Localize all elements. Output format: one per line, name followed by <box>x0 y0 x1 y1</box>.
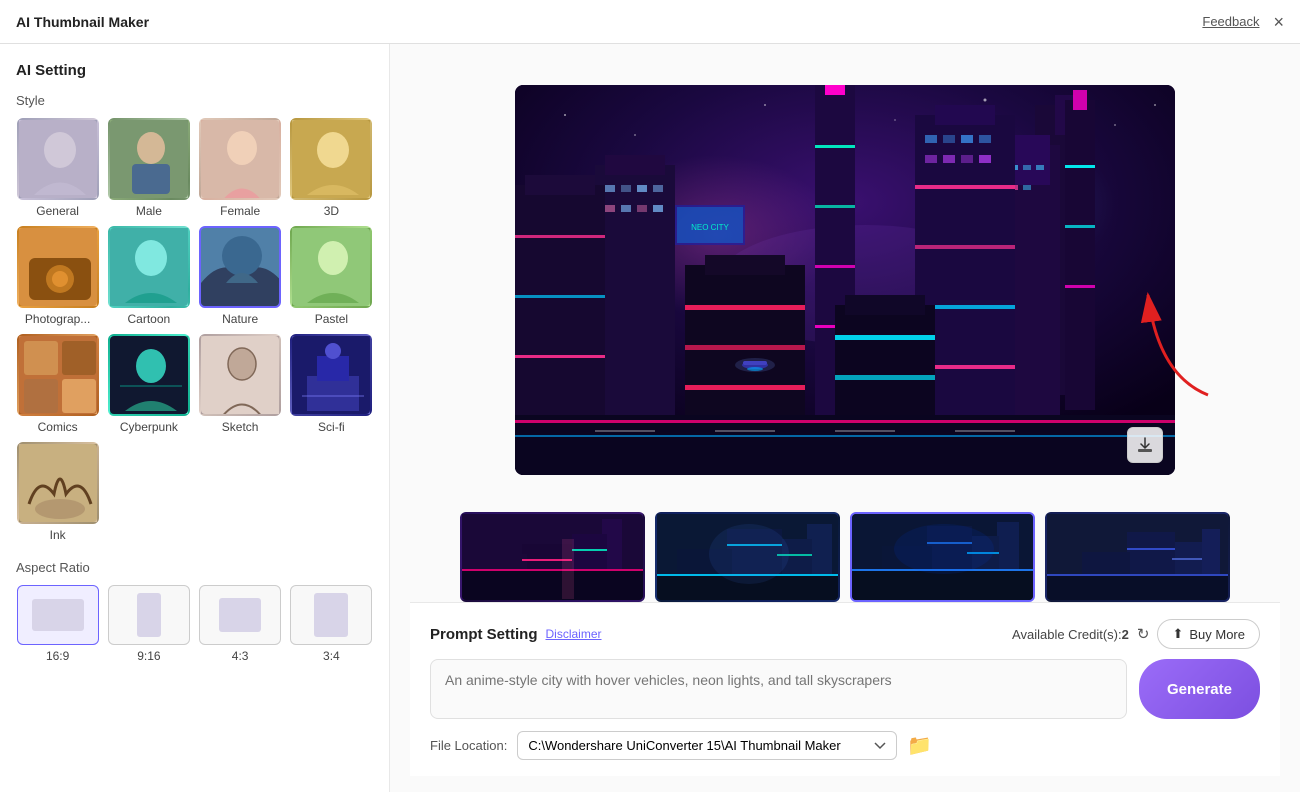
app-title: AI Thumbnail Maker <box>16 14 149 30</box>
style-name-ink: Ink <box>50 528 66 542</box>
ratio-item-4-3[interactable]: 4:3 <box>199 585 282 663</box>
style-name-male: Male <box>136 204 162 218</box>
thumbnail-strip <box>410 512 1280 602</box>
ratio-inner-3-4 <box>314 593 348 637</box>
prompt-section-title: Prompt Setting <box>430 626 538 643</box>
style-thumb-ink <box>17 442 99 524</box>
file-location-label: File Location: <box>430 738 507 753</box>
title-bar: AI Thumbnail Maker Feedback × <box>0 0 1300 44</box>
aspect-ratio-grid: 16:9 9:16 4:3 3:4 <box>16 585 373 663</box>
prompt-input-row: Generate <box>430 659 1260 719</box>
style-thumb-3d <box>290 118 372 200</box>
credits-label-text: Available Credit(s): <box>1012 627 1122 642</box>
ratio-box-9-16 <box>108 585 190 645</box>
disclaimer-link[interactable]: Disclaimer <box>546 627 602 641</box>
style-item-cyberpunk[interactable]: Cyberpunk <box>107 334 190 434</box>
style-label: Style <box>16 93 373 108</box>
main-preview-image: NEO CITY <box>515 85 1175 475</box>
ratio-item-9-16[interactable]: 9:16 <box>107 585 190 663</box>
style-name-scifi: Sci-fi <box>318 420 345 434</box>
ratio-box-16-9 <box>17 585 99 645</box>
style-item-scifi[interactable]: Sci-fi <box>290 334 373 434</box>
aspect-ratio-label: Aspect Ratio <box>16 560 373 575</box>
ratio-inner-9-16 <box>137 593 161 637</box>
file-location-row: File Location: C:\Wondershare UniConvert… <box>430 731 1260 760</box>
style-name-cyberpunk: Cyberpunk <box>120 420 178 434</box>
style-name-sketch: Sketch <box>222 420 259 434</box>
style-item-3d[interactable]: 3D <box>290 118 373 218</box>
style-thumb-scifi <box>290 334 372 416</box>
ratio-inner-4-3 <box>219 598 261 632</box>
ratio-box-4-3 <box>199 585 281 645</box>
style-name-cartoon: Cartoon <box>128 312 171 326</box>
title-bar-actions: Feedback × <box>1202 13 1284 31</box>
file-location-select[interactable]: C:\Wondershare UniConverter 15\AI Thumbn… <box>517 731 897 760</box>
credits-row: Available Credit(s):2 ↻ ⬆ Buy More <box>1012 619 1260 649</box>
main-content: NEO CITY <box>390 44 1300 792</box>
style-item-cartoon[interactable]: Cartoon <box>107 226 190 326</box>
buy-more-icon: ⬆ <box>1172 626 1183 642</box>
style-thumb-general <box>17 118 99 200</box>
ai-setting-title: AI Setting <box>16 62 373 79</box>
style-item-female[interactable]: Female <box>199 118 282 218</box>
style-thumb-cartoon <box>108 226 190 308</box>
prompt-title-row: Prompt Setting Disclaimer <box>430 626 602 643</box>
prompt-input[interactable] <box>430 659 1127 719</box>
style-item-male[interactable]: Male <box>107 118 190 218</box>
preview-area: NEO CITY <box>410 60 1280 602</box>
folder-icon: 📁 <box>907 735 932 757</box>
ratio-name-4-3: 4:3 <box>232 649 249 663</box>
folder-button[interactable]: 📁 <box>907 733 932 758</box>
style-item-photography[interactable]: Photograp... <box>16 226 99 326</box>
svg-text:NEO CITY: NEO CITY <box>691 223 729 232</box>
ratio-item-3-4[interactable]: 3:4 <box>290 585 373 663</box>
prompt-header: Prompt Setting Disclaimer Available Cred… <box>430 619 1260 649</box>
style-item-general[interactable]: General <box>16 118 99 218</box>
credits-label: Available Credit(s):2 <box>1012 627 1129 642</box>
ratio-name-3-4: 3:4 <box>323 649 340 663</box>
ratio-name-16-9: 16:9 <box>46 649 69 663</box>
style-thumb-sketch <box>199 334 281 416</box>
ratio-box-3-4 <box>290 585 372 645</box>
style-name-female: Female <box>220 204 260 218</box>
style-thumb-male <box>108 118 190 200</box>
style-item-nature[interactable]: Nature <box>199 226 282 326</box>
style-grid: General Male <box>16 118 373 542</box>
style-name-photography: Photograp... <box>25 312 90 326</box>
buy-more-button[interactable]: ⬆ Buy More <box>1157 619 1260 649</box>
style-thumb-cyberpunk <box>108 334 190 416</box>
style-name-comics: Comics <box>38 420 78 434</box>
ratio-inner-16-9 <box>32 599 84 631</box>
style-item-pastel[interactable]: Pastel <box>290 226 373 326</box>
thumbnail-item-2[interactable] <box>655 512 840 602</box>
style-thumb-female <box>199 118 281 200</box>
main-image-container: NEO CITY <box>410 60 1280 500</box>
thumbnail-item-3[interactable] <box>850 512 1035 602</box>
style-item-sketch[interactable]: Sketch <box>199 334 282 434</box>
thumbnail-item-1[interactable] <box>460 512 645 602</box>
ratio-name-9-16: 9:16 <box>137 649 160 663</box>
style-thumb-pastel <box>290 226 372 308</box>
refresh-credits-button[interactable]: ↻ <box>1137 625 1150 643</box>
sidebar: AI Setting Style General <box>0 44 390 792</box>
style-thumb-nature <box>199 226 281 308</box>
buy-more-label: Buy More <box>1189 627 1245 642</box>
style-name-nature: Nature <box>222 312 258 326</box>
style-name-3d: 3D <box>324 204 339 218</box>
style-item-comics[interactable]: Comics <box>16 334 99 434</box>
feedback-link[interactable]: Feedback <box>1202 14 1259 29</box>
download-button[interactable] <box>1127 427 1163 463</box>
thumbnail-item-4[interactable] <box>1045 512 1230 602</box>
style-thumb-comics <box>17 334 99 416</box>
ratio-item-16-9[interactable]: 16:9 <box>16 585 99 663</box>
close-button[interactable]: × <box>1273 13 1284 31</box>
main-layout: AI Setting Style General <box>0 44 1300 792</box>
style-thumb-photography <box>17 226 99 308</box>
style-item-ink[interactable]: Ink <box>16 442 99 542</box>
credits-count: 2 <box>1122 627 1129 642</box>
bottom-section: Prompt Setting Disclaimer Available Cred… <box>410 602 1280 776</box>
style-name-pastel: Pastel <box>315 312 348 326</box>
generate-button[interactable]: Generate <box>1139 659 1260 719</box>
style-name-general: General <box>36 204 79 218</box>
